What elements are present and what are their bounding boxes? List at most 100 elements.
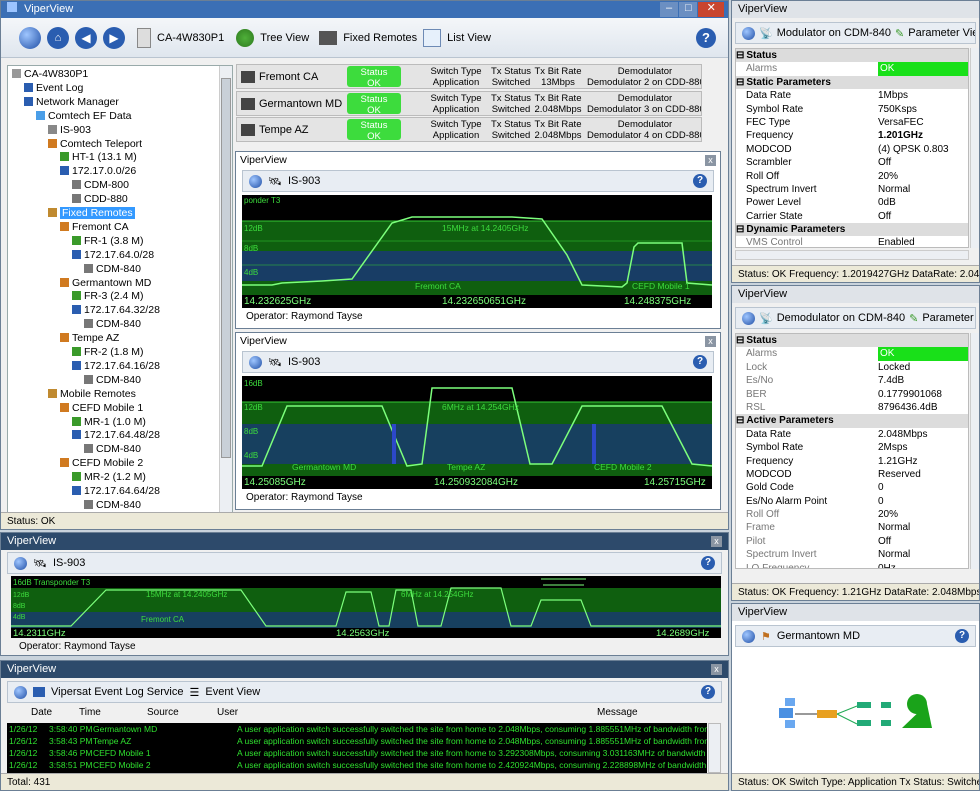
tree-item[interactable]: Comtech Teleport	[48, 138, 142, 151]
spectrum-3-close[interactable]: x	[711, 536, 722, 547]
spectrum-3-chart[interactable]: 16dB Transponder T3 12dB 8dB 4dB 15MHz a…	[11, 576, 721, 638]
tree-item[interactable]: FR-2 (1.8 M)	[72, 346, 144, 359]
tree-item[interactable]: CDM-840	[84, 499, 141, 512]
property-row[interactable]: MODCOD (4) QPSK 0.803	[736, 143, 968, 156]
property-row[interactable]: Data Rate 1Mbps	[736, 89, 968, 102]
site-gauge[interactable]: Germantown MD Status OK Switch Type Applicat…	[236, 90, 702, 116]
property-row[interactable]: Frame Normal	[736, 521, 968, 534]
property-row[interactable]: Pilot Off	[736, 535, 968, 548]
property-row[interactable]: MODCOD Reserved	[736, 468, 968, 481]
col-time[interactable]: Time	[79, 707, 101, 718]
tree-item[interactable]: 172.17.64.48/28	[72, 429, 160, 442]
property-row[interactable]: Carrier State Off	[736, 210, 968, 223]
navigation-tree[interactable]: CA-4W830P1 Event Log Network Manager Comtec…	[7, 65, 233, 513]
property-section[interactable]: ⊟ Static Parameters	[736, 75, 968, 90]
maximize-button[interactable]: □	[679, 2, 698, 17]
table-row[interactable]: 1/26/12 3:58:51 PM CEFD Mobile 2 A user app…	[7, 759, 707, 771]
forward-button[interactable]: ▶	[103, 26, 125, 49]
back-button[interactable]: ◀	[75, 26, 97, 49]
property-row[interactable]: Lock Locked	[736, 361, 968, 374]
col-message[interactable]: Message	[597, 707, 638, 718]
tree-item[interactable]: IS-903	[48, 124, 91, 137]
property-section[interactable]: ⊟ Dynamic Parameters	[736, 223, 968, 237]
event-log-scrollbar[interactable]	[708, 723, 721, 773]
window-controls[interactable]: – □ ✕	[660, 2, 724, 17]
parameter-view-button[interactable]: Parameter View	[922, 312, 975, 324]
tree-scroll-thumb[interactable]	[221, 78, 231, 458]
spectrum-2-close[interactable]: x	[705, 336, 716, 347]
col-user[interactable]: User	[217, 707, 238, 718]
spectrum-1-close[interactable]: x	[705, 155, 716, 166]
collapse-icon[interactable]: ⊟	[736, 223, 744, 236]
parameter-view-button[interactable]: Parameter View	[908, 27, 975, 39]
tree-item[interactable]: 172.17.64.64/28	[72, 485, 160, 498]
spectrum-1-chart[interactable]: ponder T3 12dB 8dB 4dB 15MHz at 14.2405G…	[242, 195, 712, 308]
tree-item[interactable]: CDM-800	[72, 179, 129, 192]
property-row[interactable]: Alarms OK	[736, 347, 968, 361]
tree-item[interactable]: FR-3 (2.4 M)	[72, 290, 144, 303]
modulator-parameters[interactable]: ⊟ Status Alarms OK ⊟ Static Parameters Data Ra…	[735, 48, 969, 248]
property-row[interactable]: LO Frequency 0Hz	[736, 562, 968, 568]
property-row[interactable]: Spectrum Invert Normal	[736, 183, 968, 196]
property-row[interactable]: Scrambler Off	[736, 156, 968, 169]
tree-item[interactable]: MR-2 (1.2 M)	[72, 471, 146, 484]
tree-item[interactable]: HT-1 (13.1 M)	[60, 151, 137, 164]
event-view[interactable]: Event View	[205, 686, 260, 698]
property-row[interactable]: Frequency 1.201GHz	[736, 129, 968, 142]
breadcrumb[interactable]: CA-4W830P1	[157, 32, 224, 44]
tree-item[interactable]: 172.17.0.0/26	[60, 165, 136, 178]
tree-item[interactable]: CDM-840	[84, 263, 141, 276]
tree-item[interactable]: Comtech EF Data	[36, 110, 131, 123]
site-gauge[interactable]: Tempe AZ Status OK Switch Type Application Tx…	[236, 117, 702, 142]
tree-scrollbar[interactable]	[219, 66, 232, 512]
modulator-hscroll[interactable]	[735, 250, 969, 260]
property-section[interactable]: ⊟ Status	[736, 49, 968, 63]
tree-item[interactable]: FR-1 (3.8 M)	[72, 235, 144, 248]
property-row[interactable]: VMS Control Enabled	[736, 236, 968, 247]
tree-item[interactable]: Mobile Remotes	[48, 388, 136, 401]
help-icon[interactable]: ?	[701, 685, 715, 699]
list-view-button[interactable]: List View	[447, 32, 491, 44]
table-row[interactable]: 1/26/12 3:58:46 PM CEFD Mobile 1 A user app…	[7, 747, 707, 759]
spectrum-2-chart[interactable]: 16dB 12dB 8dB 4dB 6MHz at 14.254GHz Germ…	[242, 376, 712, 489]
property-row[interactable]: Spectrum Invert Normal	[736, 548, 968, 561]
demodulator-parameters[interactable]: ⊟ Status Alarms OK Lock Locked Es/No 7.4dB BER 0.…	[735, 333, 969, 569]
tree-item[interactable]: 172.17.64.0/28	[72, 249, 154, 262]
globe-button[interactable]	[19, 26, 41, 49]
modulator-scrollbar[interactable]	[970, 48, 979, 248]
help-icon[interactable]: ?	[955, 629, 969, 643]
demodulator-scrollbar[interactable]	[970, 333, 979, 569]
table-row[interactable]: 1/26/12 3:58:43 PM Tempe AZ A user applicat…	[7, 735, 707, 747]
tree-item[interactable]: 172.17.64.16/28	[72, 360, 160, 373]
tree-item[interactable]: CDM-840	[84, 318, 141, 331]
tree-item[interactable]: 172.17.64.32/28	[72, 304, 160, 317]
home-button[interactable]: ⌂	[47, 26, 69, 49]
tree-item[interactable]: CA-4W830P1	[12, 68, 88, 81]
tree-item[interactable]: Fremont CA	[60, 221, 129, 234]
help-icon[interactable]: ?	[701, 556, 715, 570]
property-row[interactable]: Roll Off 20%	[736, 508, 968, 521]
tree-item[interactable]: CDD-880	[72, 193, 128, 206]
property-row[interactable]: Frequency 1.21GHz	[736, 455, 968, 468]
col-source[interactable]: Source	[147, 707, 179, 718]
property-row[interactable]: Gold Code 0	[736, 481, 968, 494]
event-log-close[interactable]: x	[711, 664, 722, 675]
property-row[interactable]: RSL 8796436.4dB	[736, 401, 968, 414]
property-section[interactable]: ⊟ Status	[736, 334, 968, 348]
tree-item[interactable]: Network Manager	[24, 96, 119, 109]
fixed-remotes-button[interactable]: Fixed Remotes	[343, 32, 417, 44]
property-row[interactable]: Symbol Rate 750Ksps	[736, 103, 968, 116]
tree-item[interactable]: CEFD Mobile 1	[60, 402, 143, 415]
tree-item[interactable]: Germantown MD	[60, 277, 151, 290]
tree-view-button[interactable]: Tree View	[260, 32, 309, 44]
property-row[interactable]: Data Rate 2.048Mbps	[736, 428, 968, 441]
property-row[interactable]: Es/No Alarm Point 0	[736, 495, 968, 508]
collapse-icon[interactable]: ⊟	[736, 49, 744, 62]
property-row[interactable]: Power Level 0dB	[736, 196, 968, 209]
tree-item[interactable]: MR-1 (1.0 M)	[72, 416, 146, 429]
close-button[interactable]: ✕	[698, 2, 724, 17]
event-log-service[interactable]: Vipersat Event Log Service	[51, 686, 183, 698]
collapse-icon[interactable]: ⊟	[736, 334, 744, 347]
site-gauge[interactable]: Fremont CA Status OK Switch Type Application…	[236, 64, 702, 89]
tree-item[interactable]: CDM-840	[84, 374, 141, 387]
